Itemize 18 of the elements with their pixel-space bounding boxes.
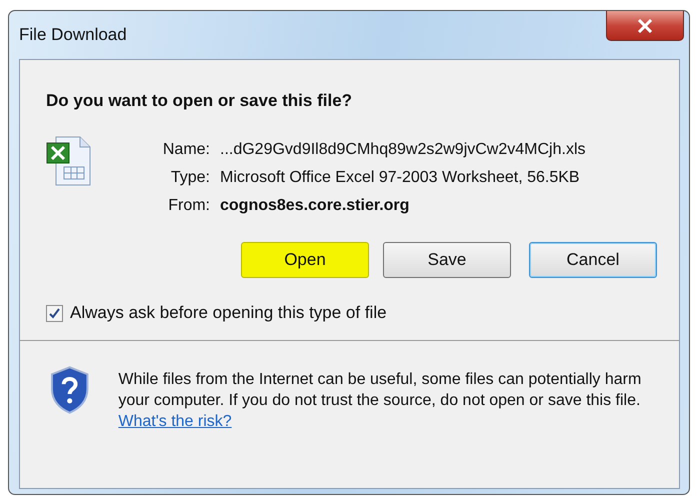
risk-link[interactable]: What's the risk? (118, 413, 232, 430)
window-title: File Download (19, 25, 127, 45)
field-value: Microsoft Office Excel 97-2003 Worksheet, 56.5KB (220, 169, 580, 187)
checkbox[interactable] (46, 304, 63, 322)
dialog-button[interactable]: Cancel (529, 242, 657, 278)
field-label: Name: (162, 141, 210, 159)
field-value: ...dG29Gvd9Il8d9CMhq89w2s2w9jvCw2v4MCjh.xls (220, 141, 586, 159)
shield-question-icon (49, 365, 90, 415)
dialog-heading: Do you want to open or save this file? (46, 91, 354, 111)
close-icon (637, 18, 653, 32)
close-button[interactable] (606, 11, 684, 41)
checkbox-label: Always ask before opening this type of file (70, 303, 387, 323)
dialog-button[interactable]: Save (383, 242, 511, 278)
warning-text: While files from the Internet can be useful, some files can potentially harm your computer. If you do not trust the source, do not open or save this file. What's the risk? (118, 370, 642, 432)
dialog-button[interactable]: Open (241, 242, 369, 278)
field-label: From: (167, 197, 210, 215)
field-label: Type: (170, 169, 210, 187)
field-value: cognos8es.core.stier.org (220, 197, 410, 215)
